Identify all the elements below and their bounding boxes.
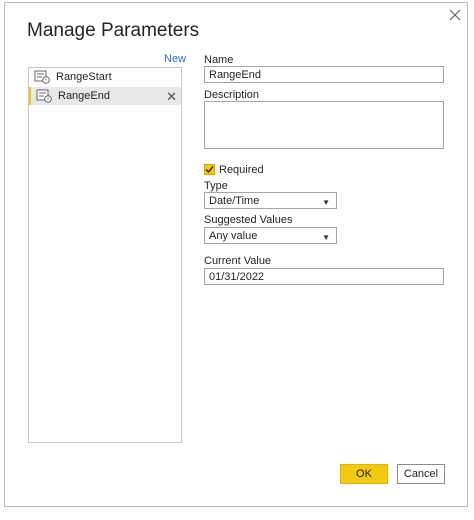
required-label: Required bbox=[219, 164, 264, 176]
required-checkbox[interactable] bbox=[204, 164, 215, 175]
parameter-icon bbox=[36, 89, 52, 103]
dialog-title: Manage Parameters bbox=[27, 20, 200, 41]
suggested-values-select-value: Any value bbox=[209, 229, 258, 242]
close-icon[interactable] bbox=[448, 8, 462, 22]
name-label: Name bbox=[204, 54, 234, 66]
parameter-icon bbox=[34, 70, 50, 84]
delete-parameter-icon[interactable]: ✕ bbox=[166, 89, 177, 105]
checkmark-icon bbox=[205, 166, 214, 174]
suggested-values-label: Suggested Values bbox=[204, 214, 293, 226]
current-value-field[interactable]: 01/31/2022 bbox=[204, 268, 444, 285]
type-label: Type bbox=[204, 180, 228, 192]
cancel-button[interactable]: Cancel bbox=[397, 464, 445, 484]
chevron-down-icon: ▼ bbox=[322, 198, 330, 207]
type-select-value: Date/Time bbox=[209, 194, 260, 207]
chevron-down-icon: ▼ bbox=[322, 233, 330, 242]
parameter-item-label: RangeStart bbox=[56, 71, 112, 83]
description-label: Description bbox=[204, 89, 260, 101]
parameter-list: RangeStart RangeEnd ✕ bbox=[28, 67, 182, 443]
parameter-item-rangeend[interactable]: RangeEnd ✕ bbox=[29, 87, 181, 105]
ok-button[interactable]: OK bbox=[340, 464, 388, 484]
description-field[interactable] bbox=[204, 101, 444, 149]
new-parameter-link[interactable]: New bbox=[164, 53, 186, 65]
suggested-values-select[interactable]: Any value ▼ bbox=[204, 227, 337, 244]
type-select[interactable]: Date/Time ▼ bbox=[204, 192, 337, 209]
current-value-label: Current Value bbox=[204, 255, 272, 267]
parameter-item-label: RangeEnd bbox=[58, 90, 110, 102]
parameter-item-rangestart[interactable]: RangeStart bbox=[29, 68, 181, 86]
name-field[interactable]: RangeEnd bbox=[204, 66, 444, 83]
